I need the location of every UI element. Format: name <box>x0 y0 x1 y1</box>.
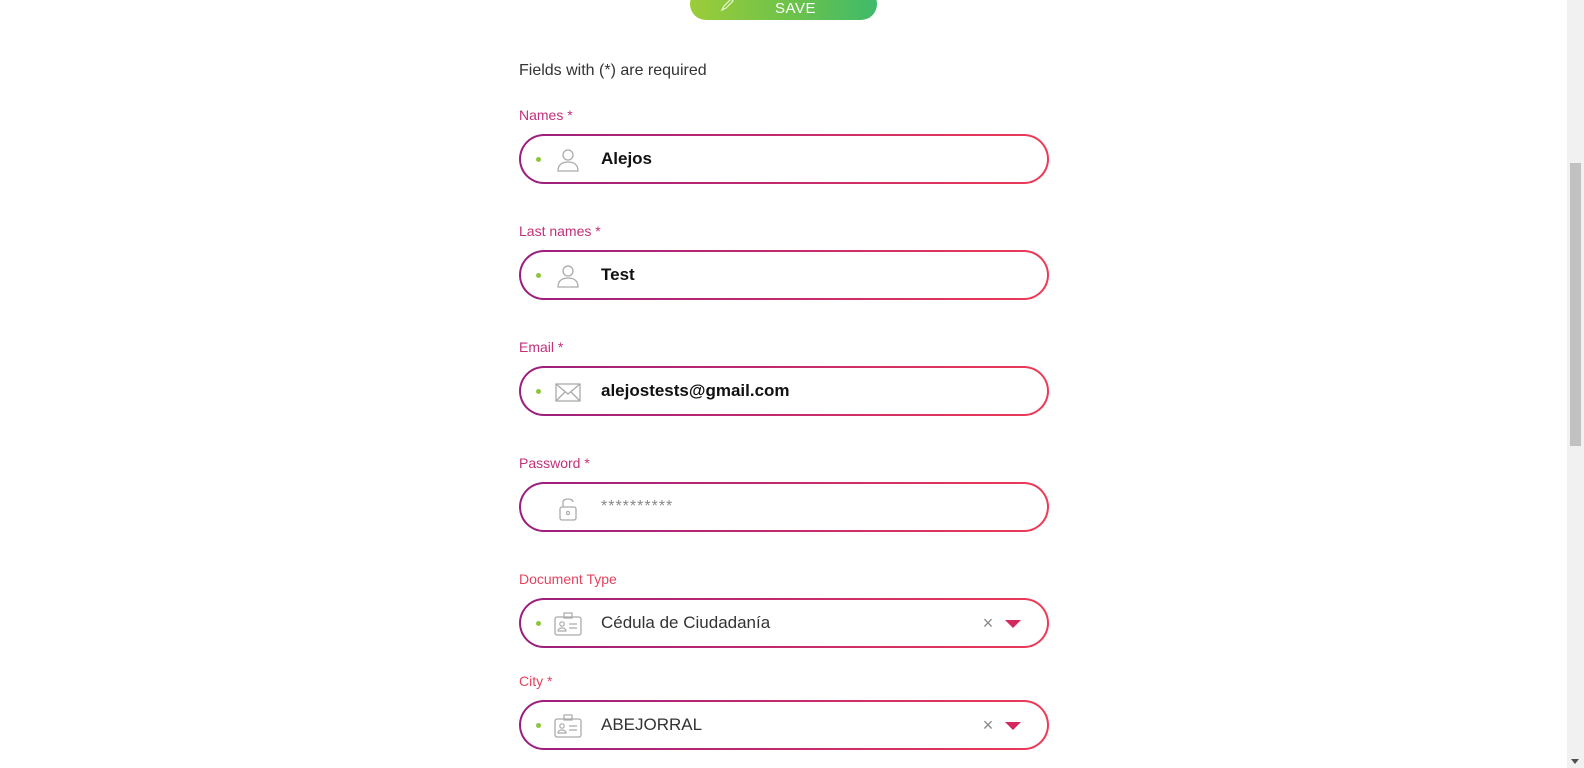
last-names-label: Last names * <box>519 223 601 239</box>
last-names-input[interactable]: Test <box>601 252 635 298</box>
password-input[interactable]: ********** <box>601 484 673 530</box>
city-select[interactable]: ABEJORRAL × <box>519 700 1049 750</box>
page: SAVE Fields with (*) are required Names … <box>0 0 1584 768</box>
document-type-select[interactable]: Cédula de Ciudadanía × <box>519 598 1049 648</box>
id-card-icon <box>554 612 582 636</box>
vertical-scrollbar[interactable] <box>1567 0 1584 768</box>
email-field[interactable]: alejostests@gmail.com <box>519 366 1049 416</box>
required-fields-note: Fields with (*) are required <box>519 62 707 79</box>
names-label: Names * <box>519 107 573 123</box>
lock-icon <box>559 498 577 521</box>
names-input[interactable]: Alejos <box>601 136 652 182</box>
filled-indicator-dot <box>536 723 541 728</box>
save-button[interactable]: SAVE <box>690 0 877 20</box>
password-label: Password * <box>519 455 590 471</box>
email-input[interactable]: alejostests@gmail.com <box>601 368 790 414</box>
id-card-icon <box>554 714 582 738</box>
filled-indicator-dot <box>536 389 541 394</box>
filled-indicator-dot <box>536 157 541 162</box>
clear-icon[interactable]: × <box>979 716 997 734</box>
email-label: Email * <box>519 339 564 355</box>
clear-icon[interactable]: × <box>979 614 997 632</box>
chevron-down-icon[interactable] <box>1005 620 1021 628</box>
chevron-down-icon[interactable] <box>1005 722 1021 730</box>
filled-indicator-dot <box>536 273 541 278</box>
city-label: City * <box>519 673 553 689</box>
document-type-label: Document Type <box>519 571 617 587</box>
scroll-down-arrow-icon[interactable] <box>1571 759 1579 764</box>
names-field[interactable]: Alejos <box>519 134 1049 184</box>
scrollbar-thumb[interactable] <box>1570 163 1581 446</box>
pencil-icon <box>720 0 734 12</box>
envelope-icon <box>555 383 581 402</box>
user-icon <box>557 265 579 288</box>
user-icon <box>557 149 579 172</box>
save-button-label: SAVE <box>775 0 816 17</box>
last-names-field[interactable]: Test <box>519 250 1049 300</box>
password-field[interactable]: ********** <box>519 482 1049 532</box>
city-value: ABEJORRAL <box>601 715 703 734</box>
filled-indicator-dot <box>536 621 541 626</box>
document-type-value: Cédula de Ciudadanía <box>601 613 771 632</box>
